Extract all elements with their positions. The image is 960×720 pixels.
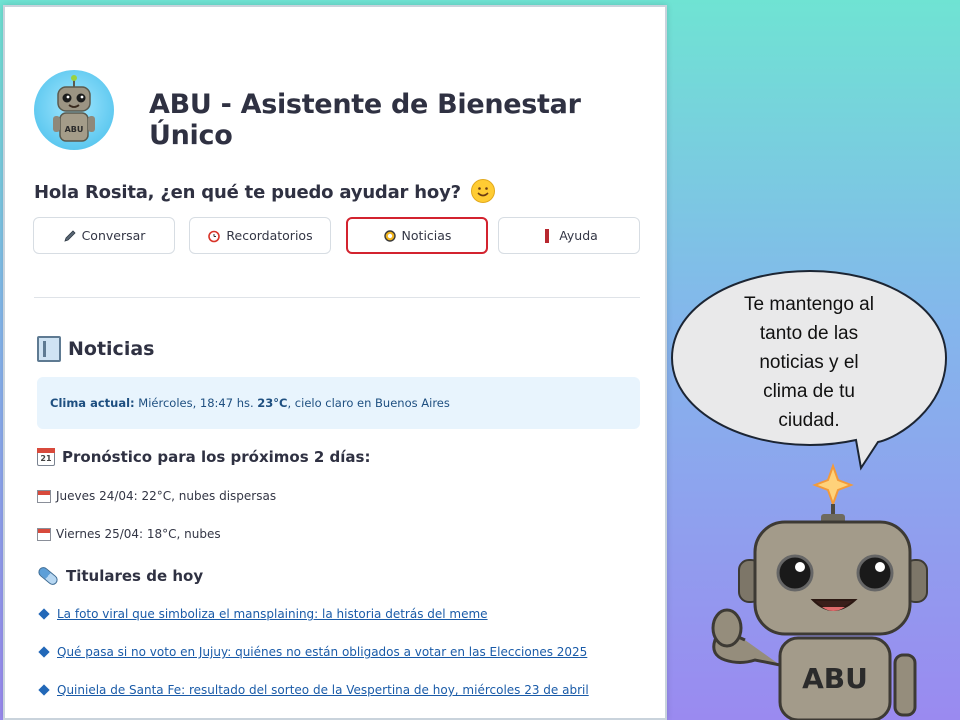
bar-icon bbox=[540, 228, 554, 243]
climate-temp: 23°C bbox=[257, 396, 288, 410]
pencil-icon bbox=[63, 229, 77, 243]
climate-datetime: Miércoles, 18:47 hs. bbox=[138, 396, 254, 410]
news-section-title: Noticias bbox=[37, 336, 154, 362]
robot-chest-label: ABU bbox=[802, 662, 868, 695]
avatar-chest-label: ABU bbox=[65, 125, 84, 134]
smiling-face-icon bbox=[470, 179, 495, 203]
abu-robot-mascot: ABU bbox=[711, 463, 928, 720]
tab-recordatorios[interactable]: Recordatorios bbox=[189, 217, 331, 254]
headline-item: Quiniela de Santa Fe: resultado del sort… bbox=[37, 683, 589, 697]
news-section-title-text: Noticias bbox=[68, 338, 155, 360]
speech-bubble-text: Te mantengo al tanto de las noticias y e… bbox=[714, 290, 904, 435]
diamond-bullet-icon bbox=[38, 684, 50, 696]
calendar-icon bbox=[37, 527, 51, 541]
calendar-icon: 21 bbox=[37, 448, 55, 466]
forecast-item-text: Viernes 25/04: 18°C, nubes bbox=[56, 527, 221, 541]
sparkle-icon bbox=[812, 463, 854, 507]
tab-noticias-label: Noticias bbox=[401, 228, 452, 243]
climate-label: Clima actual: bbox=[50, 396, 135, 410]
headlines-title: Titulares de hoy bbox=[36, 565, 204, 587]
abu-app-panel: ABU ABU - Asistente de Bienestar Único H… bbox=[3, 5, 667, 720]
tab-bar: Conversar Recordatorios Noticias Ayuda bbox=[33, 217, 640, 255]
divider bbox=[34, 297, 640, 298]
speech-line: ciudad. bbox=[778, 410, 840, 431]
book-icon bbox=[37, 336, 61, 362]
forecast-title: 21 Pronóstico para los próximos 2 días: bbox=[37, 448, 370, 466]
current-climate-box: Clima actual: Miércoles, 18:47 hs. 23°C,… bbox=[37, 377, 640, 429]
alarm-clock-icon bbox=[207, 229, 221, 243]
forecast-item: Jueves 24/04: 22°C, nubes dispersas bbox=[37, 489, 276, 503]
forecast-item: Viernes 25/04: 18°C, nubes bbox=[37, 527, 221, 541]
speech-line: clima de tu bbox=[763, 381, 855, 402]
tab-ayuda-label: Ayuda bbox=[559, 228, 598, 243]
headline-link[interactable]: Qué pasa si no voto en Jujuy: quiénes no… bbox=[57, 645, 587, 659]
speech-line: noticias y el bbox=[759, 352, 859, 373]
climate-description: , cielo claro en Buenos Aires bbox=[287, 396, 450, 410]
tab-noticias[interactable]: Noticias bbox=[346, 217, 488, 254]
greeting-text: Hola Rosita, ¿en qué te puedo ayudar hoy… bbox=[34, 182, 461, 203]
headline-link[interactable]: La foto viral que simboliza el mansplain… bbox=[57, 607, 488, 621]
tab-recordatorios-label: Recordatorios bbox=[226, 228, 313, 243]
headline-item: Qué pasa si no voto en Jujuy: quiénes no… bbox=[37, 645, 587, 659]
greeting: Hola Rosita, ¿en qué te puedo ayudar hoy… bbox=[34, 179, 495, 203]
abu-avatar: ABU bbox=[34, 70, 114, 150]
calendar-icon bbox=[37, 489, 51, 503]
forecast-item-text: Jueves 24/04: 22°C, nubes dispersas bbox=[56, 489, 277, 503]
app-title: ABU - Asistente de Bienestar Único bbox=[149, 89, 581, 151]
robot-avatar-icon: ABU bbox=[53, 75, 95, 142]
speech-line: tanto de las bbox=[759, 323, 859, 344]
headlines-title-text: Titulares de hoy bbox=[66, 567, 204, 585]
tab-conversar[interactable]: Conversar bbox=[33, 217, 175, 254]
diamond-bullet-icon bbox=[38, 608, 50, 620]
forecast-title-text: Pronóstico para los próximos 2 días: bbox=[62, 448, 371, 466]
headline-item: La foto viral que simboliza el mansplain… bbox=[37, 607, 488, 621]
calendar-day: 21 bbox=[40, 454, 52, 463]
tab-ayuda[interactable]: Ayuda bbox=[498, 217, 640, 254]
diamond-bullet-icon bbox=[38, 646, 50, 658]
speech-line: Te mantengo al bbox=[744, 294, 874, 315]
headline-link[interactable]: Quiniela de Santa Fe: resultado del sort… bbox=[57, 683, 589, 697]
tab-conversar-label: Conversar bbox=[81, 228, 146, 243]
pill-icon bbox=[36, 565, 60, 587]
sun-icon bbox=[383, 229, 397, 243]
